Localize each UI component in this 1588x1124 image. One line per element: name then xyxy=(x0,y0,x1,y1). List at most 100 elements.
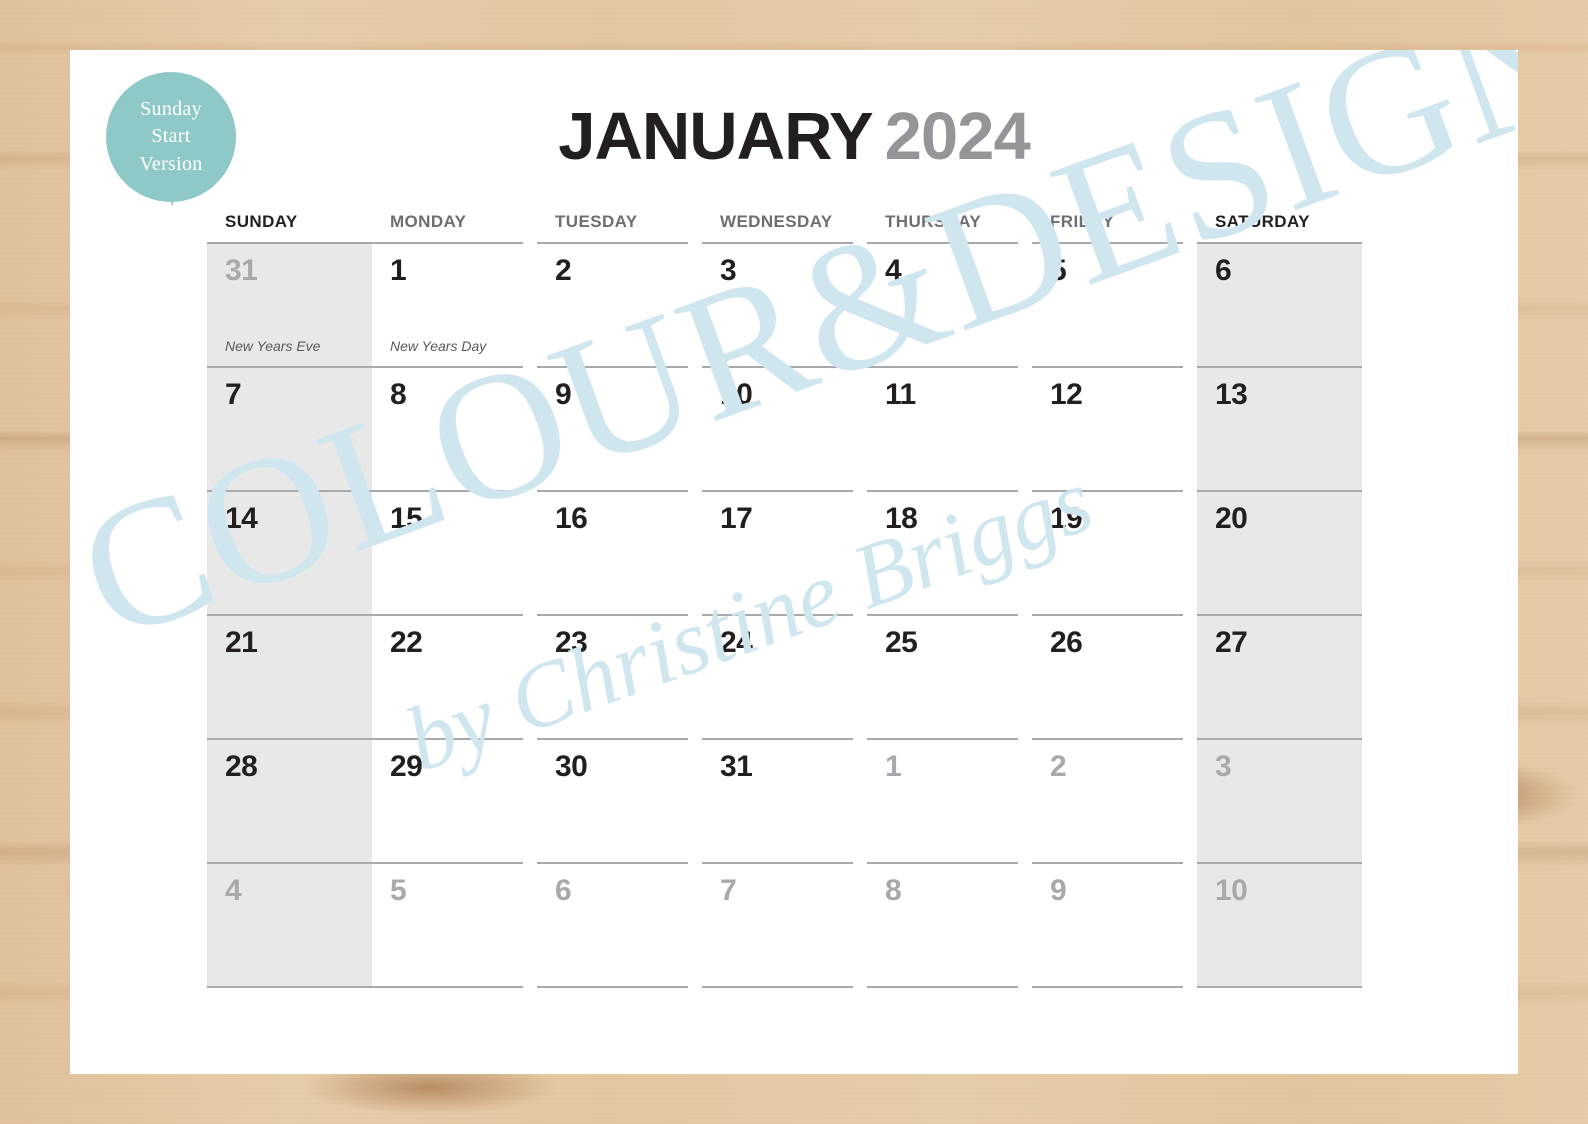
day-cell[interactable]: 25 xyxy=(867,614,1032,738)
cell-top-rule xyxy=(1032,366,1183,368)
cell-top-rule xyxy=(1197,862,1362,864)
day-cell[interactable]: 12 xyxy=(1032,366,1197,490)
cell-bottom-rule xyxy=(702,986,853,988)
cell-top-rule xyxy=(207,614,372,616)
day-number: 17 xyxy=(720,502,753,535)
page-title: JANUARY 2024 xyxy=(70,98,1518,175)
day-number: 18 xyxy=(885,502,918,535)
cell-top-rule xyxy=(537,862,688,864)
day-number: 6 xyxy=(1215,254,1232,287)
day-cell[interactable]: 1 xyxy=(867,738,1032,862)
day-event-label: New Years Day xyxy=(390,338,487,354)
day-cell[interactable]: 30 xyxy=(537,738,702,862)
day-cell[interactable]: 13 xyxy=(1197,366,1362,490)
day-cell[interactable]: 7 xyxy=(702,862,867,986)
day-cell[interactable]: 8 xyxy=(372,366,537,490)
day-cell[interactable]: 2 xyxy=(1032,738,1197,862)
day-cell[interactable]: 10 xyxy=(1197,862,1362,986)
day-number: 10 xyxy=(1215,874,1248,907)
cell-top-rule xyxy=(1032,614,1183,616)
day-cell[interactable]: 14 xyxy=(207,490,372,614)
badge-line-2: Start xyxy=(151,125,191,148)
week-row: 21 22 23 24 25 26 27 xyxy=(207,614,1362,738)
cell-top-rule xyxy=(537,242,688,244)
day-number: 5 xyxy=(1050,254,1067,287)
day-cell[interactable]: 5 xyxy=(372,862,537,986)
cell-top-rule xyxy=(867,614,1018,616)
weekday-header-tuesday: TUESDAY xyxy=(555,212,638,231)
day-cell[interactable]: 31 xyxy=(702,738,867,862)
cell-bottom-rule xyxy=(867,986,1018,988)
day-cell[interactable]: 6 xyxy=(1197,242,1362,366)
day-number: 7 xyxy=(720,874,737,907)
day-cell[interactable]: 22 xyxy=(372,614,537,738)
day-number: 31 xyxy=(225,254,258,287)
grid-bottom-rule-segment xyxy=(702,986,867,988)
day-cell[interactable]: 10 xyxy=(702,366,867,490)
day-cell[interactable]: 24 xyxy=(702,614,867,738)
title-year: 2024 xyxy=(884,99,1031,174)
grid-bottom-rule-segment xyxy=(1197,986,1362,988)
calendar-weeks: 31 New Years Eve 1 New Years Day 2 3 4 5 6 7 8 9 10 1… xyxy=(207,242,1362,986)
grid-bottom-rule-segment xyxy=(537,986,702,988)
day-cell[interactable]: 31 New Years Eve xyxy=(207,242,372,366)
week-row: 28 29 30 31 1 2 3 xyxy=(207,738,1362,862)
cell-top-rule xyxy=(1032,490,1183,492)
day-cell[interactable]: 6 xyxy=(537,862,702,986)
day-cell[interactable]: 9 xyxy=(537,366,702,490)
day-cell[interactable]: 18 xyxy=(867,490,1032,614)
grid-bottom-rule-segment xyxy=(207,986,372,988)
day-number: 9 xyxy=(555,378,572,411)
day-cell[interactable]: 27 xyxy=(1197,614,1362,738)
day-cell[interactable]: 4 xyxy=(867,242,1032,366)
cell-top-rule xyxy=(537,366,688,368)
day-cell[interactable]: 7 xyxy=(207,366,372,490)
day-number: 4 xyxy=(885,254,902,287)
week-row: 14 15 16 17 18 19 20 xyxy=(207,490,1362,614)
day-cell[interactable]: 29 xyxy=(372,738,537,862)
day-number: 3 xyxy=(1215,750,1232,783)
day-number: 2 xyxy=(1050,750,1067,783)
day-cell[interactable]: 5 xyxy=(1032,242,1197,366)
day-cell[interactable]: 3 xyxy=(702,242,867,366)
cell-top-rule xyxy=(867,366,1018,368)
badge-text: Sunday Start Version xyxy=(106,72,236,202)
cell-top-rule xyxy=(372,614,523,616)
day-number: 2 xyxy=(555,254,572,287)
day-cell[interactable]: 9 xyxy=(1032,862,1197,986)
day-number: 22 xyxy=(390,626,423,659)
sunday-start-version-badge: Sunday Start Version xyxy=(106,72,236,207)
day-cell[interactable]: 4 xyxy=(207,862,372,986)
cell-bottom-rule xyxy=(1032,986,1183,988)
day-number: 7 xyxy=(225,378,242,411)
cell-top-rule xyxy=(867,738,1018,740)
cell-top-rule xyxy=(1197,738,1362,740)
cell-top-rule xyxy=(867,490,1018,492)
day-number: 13 xyxy=(1215,378,1248,411)
day-cell[interactable]: 16 xyxy=(537,490,702,614)
day-number: 1 xyxy=(885,750,902,783)
day-cell[interactable]: 1 New Years Day xyxy=(372,242,537,366)
day-number: 9 xyxy=(1050,874,1067,907)
day-cell[interactable]: 28 xyxy=(207,738,372,862)
day-cell[interactable]: 21 xyxy=(207,614,372,738)
day-cell[interactable]: 2 xyxy=(537,242,702,366)
cell-top-rule xyxy=(867,862,1018,864)
day-cell[interactable]: 8 xyxy=(867,862,1032,986)
cell-top-rule xyxy=(537,490,688,492)
day-cell[interactable]: 26 xyxy=(1032,614,1197,738)
day-number: 6 xyxy=(555,874,572,907)
cell-top-rule xyxy=(537,738,688,740)
day-cell[interactable]: 17 xyxy=(702,490,867,614)
week-row: 31 New Years Eve 1 New Years Day 2 3 4 5 6 xyxy=(207,242,1362,366)
day-cell[interactable]: 19 xyxy=(1032,490,1197,614)
day-cell[interactable]: 20 xyxy=(1197,490,1362,614)
grid-bottom-rule-segment xyxy=(372,986,537,988)
day-cell[interactable]: 23 xyxy=(537,614,702,738)
day-cell[interactable]: 15 xyxy=(372,490,537,614)
cell-top-rule xyxy=(207,738,372,740)
day-cell[interactable]: 11 xyxy=(867,366,1032,490)
day-cell[interactable]: 3 xyxy=(1197,738,1362,862)
day-number: 21 xyxy=(225,626,258,659)
cell-top-rule xyxy=(372,862,523,864)
